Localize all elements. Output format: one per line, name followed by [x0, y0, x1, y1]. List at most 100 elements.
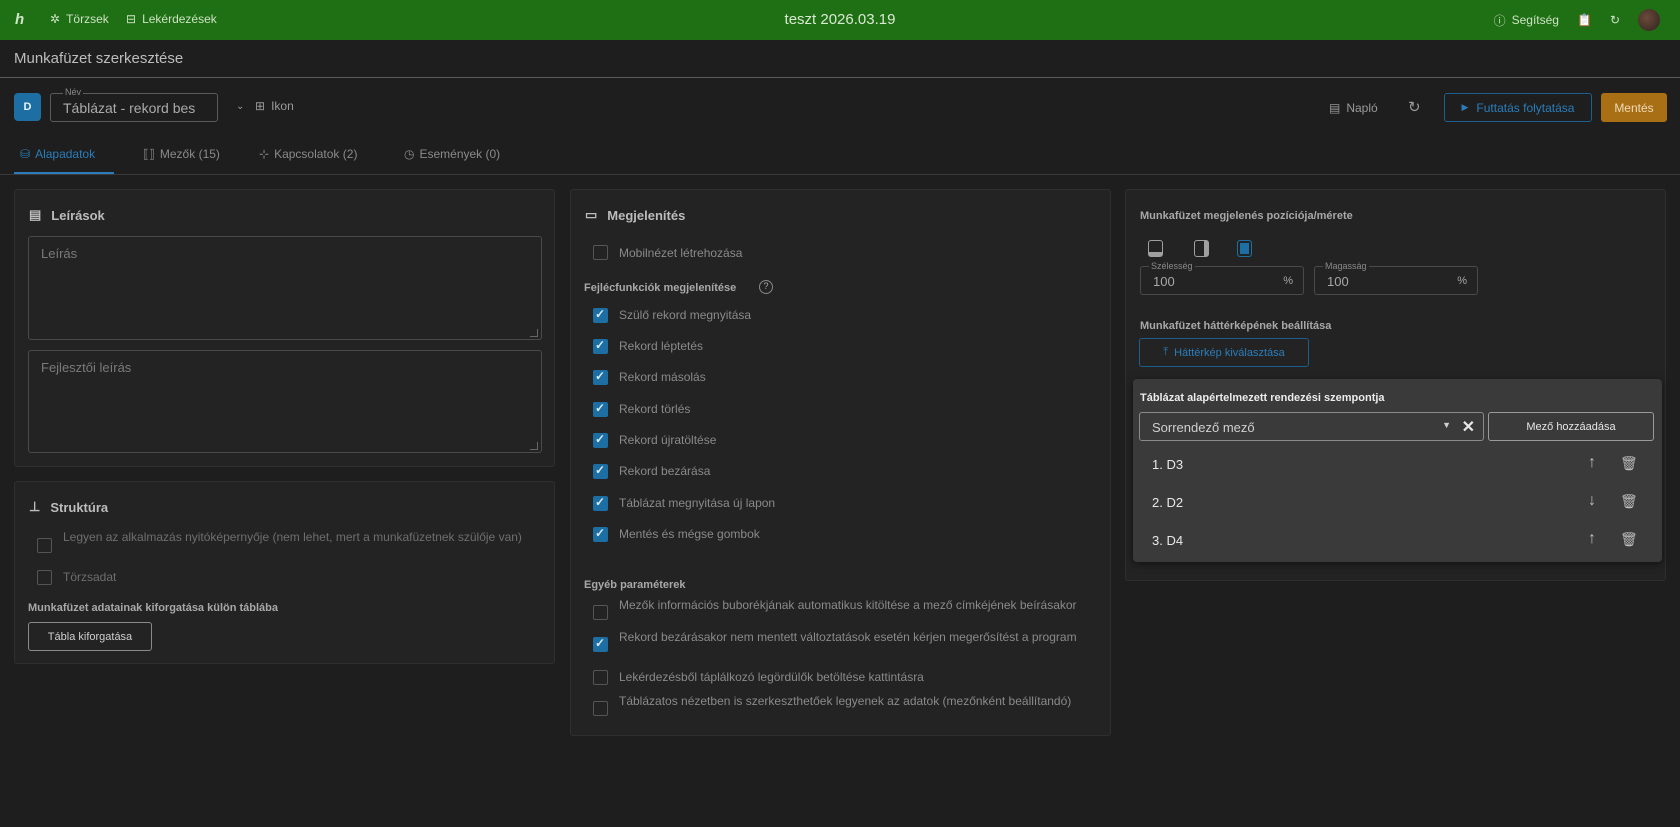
- name-field-label: Név: [63, 87, 84, 97]
- add-field-button[interactable]: Mező hozzáadása: [1488, 412, 1654, 441]
- sort-row: 2. D2 ↓ 🗑: [1133, 485, 1662, 523]
- header-function-checkbox[interactable]: [593, 463, 608, 479]
- sort-order-popover: Táblázat alapértelmezett rendezési szemp…: [1133, 379, 1662, 562]
- other-params-heading: Egyéb paraméterek: [584, 579, 686, 591]
- icon-picker-label: Ikon: [271, 99, 294, 113]
- display-title: Megjelenítés: [607, 207, 686, 223]
- master-data-icon: ✲: [50, 12, 61, 26]
- run-continue-label: Futtatás folytatása: [1476, 100, 1575, 115]
- app-logo[interactable]: h: [15, 11, 33, 29]
- nav-lekerdezesek[interactable]: ⊟ Lekérdezések: [126, 12, 217, 26]
- header-function-checkbox[interactable]: [593, 432, 608, 448]
- tab-kapcsolatok[interactable]: ⊹ Kapcsolatok (2): [259, 147, 357, 161]
- name-field[interactable]: Név Táblázat - rekord bes: [50, 87, 218, 122]
- trash-icon[interactable]: 🗑: [1620, 493, 1638, 510]
- mobile-view-checkbox[interactable]: [593, 245, 608, 260]
- sort-row-label: 1. D3: [1152, 457, 1184, 472]
- tab-mezok[interactable]: ⟦⟧ Mezők (15): [143, 147, 220, 161]
- arrow-down-icon[interactable]: ↓: [1588, 492, 1596, 510]
- header-function-checkbox[interactable]: [593, 401, 608, 417]
- help-label: Segítség: [1511, 13, 1559, 27]
- help-icon: ⓘ: [1493, 13, 1506, 28]
- top-bar: h ✲ Törzsek ⊟ Lekérdezések teszt 2026.03…: [0, 0, 1680, 40]
- mobile-view-label: Mobilnézet létrehozása: [619, 246, 743, 260]
- sort-row: 1. D3 ↑ 🗑: [1133, 447, 1662, 485]
- header-function-checkbox[interactable]: [593, 526, 608, 542]
- sort-field-select[interactable]: Sorrendező mező ▼ ✕: [1139, 412, 1484, 441]
- master-data-label: Törzsadat: [63, 570, 117, 584]
- resize-handle[interactable]: [530, 329, 538, 337]
- trash-icon[interactable]: 🗑: [1620, 531, 1638, 548]
- play-icon: ▶: [1461, 102, 1469, 112]
- chevron-down-icon[interactable]: ⌄: [236, 101, 244, 112]
- position-right-icon[interactable]: [1194, 240, 1209, 257]
- header-function-checkbox[interactable]: [593, 369, 608, 385]
- name-field-value[interactable]: Táblázat - rekord bes: [63, 100, 213, 116]
- arrow-up-icon[interactable]: ↑: [1588, 530, 1596, 548]
- descriptions-title: Leírások: [51, 207, 105, 223]
- height-field[interactable]: Magasság 100 %: [1314, 261, 1478, 295]
- position-bottom-icon[interactable]: [1148, 240, 1163, 257]
- height-unit: %: [1457, 275, 1467, 287]
- reload-icon[interactable]: ↻: [1610, 13, 1620, 27]
- descriptions-panel: ▤ Leírások Leírás Fejlesztői leírás: [14, 189, 555, 467]
- caret-down-icon[interactable]: ▼: [1442, 420, 1451, 430]
- nav-torzsek-label: Törzsek: [66, 12, 109, 26]
- run-continue-button[interactable]: ▶ Futtatás folytatása: [1444, 93, 1592, 122]
- other-param-checkbox[interactable]: [593, 670, 608, 685]
- width-label: Szélesség: [1149, 261, 1195, 271]
- other-param-checkbox[interactable]: [593, 701, 608, 716]
- trash-icon[interactable]: 🗑: [1620, 455, 1638, 472]
- dev-description-textarea[interactable]: Fejlesztői leírás: [28, 350, 542, 453]
- dev-description-placeholder: Fejlesztői leírás: [41, 360, 132, 375]
- topbar-actions: ⓘ Segítség 📋 ↻: [1494, 9, 1660, 31]
- grid-icon: ⊞: [255, 99, 266, 113]
- log-button[interactable]: ▤ Napló: [1329, 101, 1378, 115]
- description-placeholder: Leírás: [41, 246, 78, 261]
- active-tab-indicator: [14, 172, 114, 174]
- clipboard-search-icon[interactable]: 📋: [1577, 13, 1592, 27]
- header-function-checkbox[interactable]: [593, 338, 608, 354]
- width-field[interactable]: Szélesség 100 %: [1140, 261, 1304, 295]
- avatar[interactable]: [1638, 9, 1660, 31]
- nav-torzsek[interactable]: ✲ Törzsek: [50, 12, 109, 26]
- icon-picker[interactable]: ⊞ Ikon: [255, 99, 294, 113]
- notes-icon: ▤: [29, 207, 42, 222]
- clear-icon[interactable]: ✕: [1462, 417, 1475, 437]
- workbook-badge[interactable]: D: [14, 93, 41, 121]
- tab-esemenyek[interactable]: ◷ Események (0): [404, 147, 500, 161]
- description-textarea[interactable]: Leírás: [28, 236, 542, 340]
- height-value[interactable]: 100: [1327, 274, 1349, 289]
- choose-background-button[interactable]: ⤒ Háttérkép kiválasztása: [1139, 338, 1309, 367]
- position-full-icon[interactable]: [1237, 240, 1252, 257]
- height-label: Magasság: [1323, 261, 1369, 271]
- other-param-label: Rekord bezárásakor nem mentett változtat…: [619, 630, 1077, 644]
- tab-bar: ⛁ Alapadatok ⟦⟧ Mezők (15) ⊹ Kapcsolatok…: [0, 139, 1680, 175]
- page-title: Munkafüzet szerkesztése: [14, 50, 184, 67]
- other-param-label: Mezők információs buborékjának automatik…: [619, 598, 1077, 612]
- header-function-label: Szülő rekord megnyitása: [619, 308, 752, 322]
- nav-lekerdezesek-label: Lekérdezések: [142, 12, 217, 26]
- help-button[interactable]: ⓘ Segítség: [1494, 12, 1559, 29]
- tab-label: Események (0): [419, 147, 501, 161]
- refresh-icon[interactable]: ↻: [1408, 98, 1421, 116]
- header-function-checkbox[interactable]: [593, 307, 608, 323]
- other-param-checkbox[interactable]: [593, 636, 608, 652]
- save-button[interactable]: Mentés: [1601, 93, 1667, 122]
- resize-handle[interactable]: [530, 442, 538, 450]
- rollout-table-button[interactable]: Tábla kiforgatása: [28, 622, 152, 651]
- relations-icon: ⊹: [259, 147, 270, 161]
- tab-alapadatok[interactable]: ⛁ Alapadatok: [20, 147, 95, 161]
- arrow-up-icon[interactable]: ↑: [1588, 454, 1596, 472]
- master-data-checkbox[interactable]: [37, 570, 52, 585]
- header-function-label: Táblázat megnyitása új lapon: [619, 496, 776, 510]
- log-label: Napló: [1346, 101, 1378, 115]
- header-function-label: Rekord bezárása: [619, 464, 711, 478]
- other-param-checkbox[interactable]: [593, 605, 608, 620]
- header-function-checkbox[interactable]: [593, 495, 608, 511]
- help-circle-icon[interactable]: ?: [759, 280, 773, 294]
- tab-label: Kapcsolatok (2): [274, 147, 358, 161]
- width-value[interactable]: 100: [1153, 274, 1175, 289]
- structure-panel: ⊥ Struktúra Legyen az alkalmazás nyitóké…: [14, 481, 555, 664]
- start-screen-checkbox[interactable]: [37, 538, 52, 553]
